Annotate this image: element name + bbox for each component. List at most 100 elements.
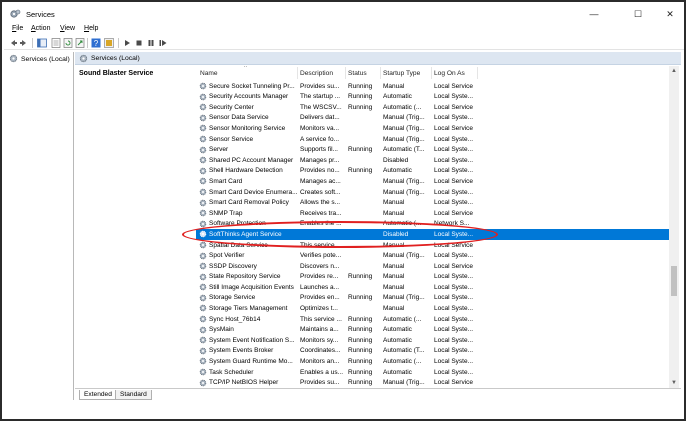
help-alt-icon[interactable] <box>104 38 114 48</box>
pane-header-label: Services (Local) <box>91 55 140 62</box>
table-row[interactable]: Security Center The WSCSV... Running Automa… <box>196 102 669 113</box>
stop-icon[interactable] <box>134 38 144 48</box>
table-row[interactable]: Server Supports fil... Running Automatic (T… <box>196 145 669 156</box>
tree-item-label: Services (Local) <box>21 56 70 63</box>
service-name-cell: Task Scheduler <box>209 368 254 376</box>
service-startup-type-cell: Manual (Trig... <box>383 379 425 387</box>
table-row[interactable]: State Repository Service Provides re... Ru… <box>196 272 669 283</box>
table-row[interactable]: System Events Broker Coordinates... Runnin… <box>196 346 669 357</box>
window-title: Services <box>26 10 55 19</box>
table-row[interactable]: Smart Card Manages ac... Manual (Trig... Lo… <box>196 176 669 187</box>
service-startup-type-cell: Manual (Trig... <box>383 252 425 260</box>
table-row[interactable]: Sensor Data Service Delivers dat... Manual… <box>196 113 669 124</box>
tab-extended[interactable]: Extended <box>79 390 117 400</box>
service-log-on-as-cell: Local Syste... <box>434 273 474 281</box>
scroll-up-icon[interactable]: ▲ <box>671 68 677 74</box>
gear-icon <box>199 315 207 325</box>
table-row[interactable]: Sensor Monitoring Service Monitors va... M… <box>196 123 669 134</box>
close-button[interactable]: ✕ <box>658 7 682 21</box>
column-log-on-as[interactable]: Log On As <box>434 70 465 77</box>
tree-item-services-local[interactable]: Services (Local) <box>9 54 70 63</box>
pause-icon[interactable] <box>146 38 156 48</box>
service-description-cell: Monitors sy... <box>300 336 339 344</box>
sort-ascending-icon: ^ <box>244 66 247 71</box>
table-row[interactable]: Sync Host_76b14 This service ... Running Au… <box>196 314 669 325</box>
back-arrow-icon[interactable] <box>8 38 18 48</box>
service-description-cell: Provides en... <box>300 294 340 302</box>
properties-icon[interactable] <box>51 38 61 48</box>
help-icon[interactable]: ? <box>91 38 101 48</box>
menu-action[interactable]: Action <box>31 25 50 32</box>
maximize-button[interactable]: ☐ <box>626 7 650 21</box>
console-tree-pane: Services (Local) <box>6 52 74 400</box>
table-row[interactable]: Still Image Acquisition Events Launches a… <box>196 282 669 293</box>
gear-icon <box>199 262 207 272</box>
table-row[interactable]: System Event Notification S... Monitors s… <box>196 335 669 346</box>
column-divider[interactable] <box>345 67 346 79</box>
table-row[interactable]: Secure Socket Tunneling Pr... Provides su… <box>196 81 669 92</box>
service-name-cell: Shell Hardware Detection <box>209 167 283 175</box>
service-startup-type-cell: Manual <box>383 209 405 217</box>
table-row[interactable]: SoftThinks Agent Service Disabled Local Sy… <box>196 229 669 240</box>
gear-icon <box>199 209 207 219</box>
play-icon[interactable] <box>122 38 132 48</box>
column-divider[interactable] <box>431 67 432 79</box>
table-row[interactable]: Security Accounts Manager The startup ...… <box>196 92 669 103</box>
export-icon[interactable] <box>75 38 85 48</box>
table-row[interactable]: Software Protection Enables the ... Automa… <box>196 219 669 230</box>
service-description-cell: Optimizes t... <box>300 305 338 313</box>
service-log-on-as-cell: Local Syste... <box>434 135 474 143</box>
column-description[interactable]: Description <box>300 70 333 77</box>
column-divider[interactable] <box>380 67 381 79</box>
column-name[interactable]: Name <box>200 70 218 77</box>
table-row[interactable]: Storage Service Provides en... Running Manu… <box>196 293 669 304</box>
table-row[interactable]: Spot Verifier Verifies pote... Manual (Tri… <box>196 251 669 262</box>
table-row[interactable]: Smart Card Device Enumera... Creates soft… <box>196 187 669 198</box>
table-row[interactable]: System Guard Runtime Mo... Monitors an...… <box>196 356 669 367</box>
menu-file[interactable]: File <box>12 25 23 32</box>
tab-standard[interactable]: Standard <box>115 390 152 400</box>
table-row[interactable]: Smart Card Removal Policy Allows the s...… <box>196 198 669 209</box>
service-name-cell: SNMP Trap <box>209 209 243 217</box>
service-log-on-as-cell: Local Syste... <box>434 326 474 334</box>
table-row[interactable]: Shell Hardware Detection Provides no... Ru… <box>196 166 669 177</box>
service-description-cell: Verifies pote... <box>300 252 342 260</box>
vertical-scrollbar[interactable]: ▲ ▼ <box>669 66 679 388</box>
table-row[interactable]: Shared PC Account Manager Manages pr... Di… <box>196 155 669 166</box>
service-description-cell: Launches a... <box>300 283 340 291</box>
service-name-cell: SSDP Discovery <box>209 262 257 270</box>
service-log-on-as-cell: Local Syste... <box>434 93 474 101</box>
table-row[interactable]: TCP/IP NetBIOS Helper Provides su... Runni… <box>196 378 669 388</box>
gear-icon <box>199 199 207 209</box>
forward-arrow-icon[interactable] <box>19 38 29 48</box>
scrollbar-thumb[interactable] <box>671 266 677 296</box>
menu-view[interactable]: View <box>60 25 75 32</box>
minimize-button[interactable]: — <box>582 7 606 21</box>
gear-icon <box>199 347 207 357</box>
table-row[interactable]: Storage Tiers Management Optimizes t... Ma… <box>196 303 669 314</box>
service-log-on-as-cell: Local Service <box>434 262 474 270</box>
table-row[interactable]: Spatial Data Service This service ... Manu… <box>196 240 669 251</box>
column-divider[interactable] <box>297 67 298 79</box>
column-startup-type[interactable]: Startup Type <box>383 70 420 77</box>
table-row[interactable]: Sensor Service A service fo... Manual (Tri… <box>196 134 669 145</box>
service-name-cell: Spatial Data Service <box>209 241 268 249</box>
column-divider[interactable] <box>477 67 478 79</box>
scroll-down-icon[interactable]: ▼ <box>671 380 677 386</box>
table-row[interactable]: SysMain Maintains a... Running Automatic Loc… <box>196 325 669 336</box>
service-description-cell: Provides su... <box>300 379 340 387</box>
refresh-icon[interactable] <box>63 38 73 48</box>
table-row[interactable]: SNMP Trap Receives tra... Manual Local Serv… <box>196 208 669 219</box>
menu-help[interactable]: Help <box>84 25 98 32</box>
gear-icon <box>199 283 207 293</box>
console-tree-icon[interactable] <box>37 38 47 48</box>
selected-service-title: Sound Blaster Service <box>79 70 154 77</box>
restart-icon[interactable] <box>158 38 168 48</box>
service-description-cell: Receives tra... <box>300 209 342 217</box>
gear-icon <box>199 220 207 230</box>
table-row[interactable]: SSDP Discovery Discovers n... Manual Local … <box>196 261 669 272</box>
column-status[interactable]: Status <box>348 70 367 77</box>
service-name-cell: State Repository Service <box>209 273 281 281</box>
table-row[interactable]: Task Scheduler Enables a us... Running Auto… <box>196 367 669 378</box>
service-name-cell: SoftThinks Agent Service <box>209 230 282 238</box>
